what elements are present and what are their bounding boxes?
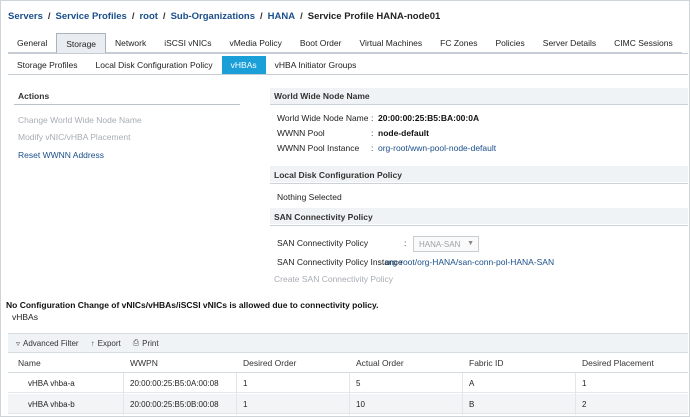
breadcrumb-root[interactable]: root — [139, 11, 157, 22]
table-row[interactable]: vHBA vhba-a 20:00:00:25:B5:0A:00:08 1 5 … — [8, 373, 688, 393]
connectivity-warning: No Configuration Change of vNICs/vHBAs/i… — [6, 300, 379, 310]
table-header: Name WWPN Desired Order Actual Order Fab… — [8, 353, 688, 373]
actions-divider — [14, 104, 240, 105]
wwnn-name-label: World Wide Node Name — [277, 113, 369, 123]
cell-desired-order: 1 — [243, 379, 248, 388]
advanced-filter-label: Advanced Filter — [23, 338, 79, 348]
column-header-fabric-id[interactable]: Fabric ID — [469, 358, 503, 368]
breadcrumb-separator: / — [131, 10, 135, 22]
create-san-policy-link: Create SAN Connectivity Policy — [274, 274, 394, 284]
tab-policies[interactable]: Policies — [486, 33, 534, 53]
column-divider — [123, 373, 124, 415]
cell-desired-order: 1 — [243, 400, 248, 409]
filter-icon: ▿ — [16, 338, 21, 348]
cell-actual-order: 5 — [356, 379, 361, 388]
tab-vmedia-policy[interactable]: vMedia Policy — [220, 33, 291, 53]
print-icon: ⎙ — [132, 338, 140, 347]
wwnn-name-value: 20:00:00:25:B5:BA:00:0A — [378, 113, 480, 123]
subtab-storage-profiles[interactable]: Storage Profiles — [8, 56, 86, 74]
column-divider — [236, 373, 237, 415]
local-disk-value: Nothing Selected — [277, 192, 342, 202]
cell-wwpn: 20:00:00:25:B5:0A:00:08 — [130, 379, 219, 388]
san-instance-link[interactable]: org-root/org-HANA/san-conn-pol-HANA-SAN — [385, 257, 554, 267]
subtab-vhba-initiator-groups[interactable]: vHBA Initiator Groups — [266, 56, 366, 74]
subtab-local-disk-configuration-policy[interactable]: Local Disk Configuration Policy — [86, 56, 221, 74]
san-section-divider — [270, 225, 688, 226]
sub-tabs: Storage Profiles Local Disk Configuratio… — [8, 56, 365, 74]
tab-general[interactable]: General — [8, 33, 57, 53]
breadcrumb-current: Service Profile HANA-node01 — [307, 10, 441, 22]
tab-iscsi-vnics[interactable]: iSCSI vNICs — [155, 33, 221, 53]
tab-cimc-sessions[interactable]: CIMC Sessions — [605, 33, 682, 53]
change-wwnn-link: Change World Wide Node Name — [18, 115, 142, 125]
subtab-vhbas[interactable]: vHBAs — [221, 56, 266, 74]
column-header-desired-order[interactable]: Desired Order — [243, 358, 296, 368]
breadcrumb-hana[interactable]: HANA — [268, 11, 295, 22]
main-tabs: General Storage Network iSCSI vNICs vMed… — [8, 33, 682, 53]
export-button[interactable]: ↑ Export — [91, 339, 121, 348]
export-label: Export — [97, 338, 121, 348]
tab-storage[interactable]: Storage — [56, 33, 107, 53]
advanced-filter-button[interactable]: ▿ Advanced Filter — [16, 339, 79, 348]
wwnn-instance-label: WWNN Pool Instance — [277, 143, 360, 153]
column-header-actual-order[interactable]: Actual Order — [356, 358, 404, 368]
colon: : — [371, 128, 374, 138]
breadcrumb-service-profiles[interactable]: Service Profiles — [56, 11, 127, 22]
tab-virtual-machines[interactable]: Virtual Machines — [350, 33, 432, 53]
wwnn-instance-link[interactable]: org-root/wwn-pool-node-default — [378, 143, 496, 153]
breadcrumb-sub-organizations[interactable]: Sub-Organizations — [171, 11, 255, 22]
tab-network[interactable]: Network — [106, 33, 156, 53]
colon: : — [371, 113, 374, 123]
breadcrumb: Servers / Service Profiles / root / Sub-… — [8, 9, 440, 23]
colon: : — [371, 143, 374, 153]
tab-fc-zones[interactable]: FC Zones — [431, 33, 487, 53]
column-header-name[interactable]: Name — [18, 358, 41, 368]
cell-name: vHBA vhba-b — [28, 400, 75, 409]
breadcrumb-separator: / — [162, 10, 166, 22]
cell-desired-placement: 1 — [582, 379, 587, 388]
san-instance-label: SAN Connectivity Policy Instance — [277, 257, 403, 267]
wwnn-pool-value: node-default — [378, 128, 429, 138]
wwnn-pool-label: WWNN Pool — [277, 128, 325, 138]
column-header-wwpn[interactable]: WWPN — [130, 358, 158, 368]
column-header-desired-placement[interactable]: Desired Placement — [582, 358, 654, 368]
print-button[interactable]: ⎙ Print — [133, 338, 159, 348]
tab-server-details[interactable]: Server Details — [533, 33, 606, 53]
chevron-down-icon: ▼ — [467, 240, 474, 247]
actions-title: Actions — [18, 91, 50, 101]
modify-placement-link: Modify vNIC/vHBA Placement — [18, 132, 131, 142]
cell-name: vHBA vhba-a — [28, 379, 75, 388]
san-policy-label: SAN Connectivity Policy — [277, 238, 369, 248]
local-disk-section-divider — [270, 183, 688, 184]
column-divider — [575, 373, 576, 415]
column-divider — [349, 373, 350, 415]
table-toolbar: ▿ Advanced Filter ↑ Export ⎙ Print — [8, 333, 688, 353]
wwnn-section-title: World Wide Node Name — [274, 91, 370, 101]
cell-fabric-id: B — [469, 400, 475, 409]
tabs-divider — [8, 53, 688, 54]
table-row[interactable]: vHBA vhba-b 20:00:00:25:B5:0B:00:08 1 10… — [8, 394, 688, 414]
column-divider — [462, 373, 463, 415]
breadcrumb-servers[interactable]: Servers — [8, 11, 43, 22]
subtabs-divider — [8, 74, 688, 75]
vhbas-table-title: vHBAs — [12, 312, 38, 322]
cell-actual-order: 10 — [356, 400, 365, 409]
colon: : — [404, 238, 407, 248]
print-label: Print — [142, 338, 159, 348]
san-section-title: SAN Connectivity Policy — [274, 212, 373, 222]
tab-boot-order[interactable]: Boot Order — [290, 33, 351, 53]
breadcrumb-separator: / — [47, 10, 51, 22]
wwnn-section-divider — [270, 104, 688, 105]
san-policy-select[interactable]: HANA-SAN ▼ — [413, 236, 479, 252]
cell-desired-placement: 2 — [582, 400, 587, 409]
cell-wwpn: 20:00:00:25:B5:0B:00:08 — [130, 400, 219, 409]
colon: : — [378, 257, 381, 267]
reset-wwnn-link[interactable]: Reset WWNN Address — [18, 150, 104, 160]
san-policy-select-value: HANA-SAN — [419, 239, 461, 249]
export-icon: ↑ — [90, 338, 95, 348]
breadcrumb-separator: / — [300, 10, 303, 22]
breadcrumb-separator: / — [260, 10, 263, 22]
cell-fabric-id: A — [469, 379, 475, 388]
local-disk-section-title: Local Disk Configuration Policy — [274, 170, 402, 180]
